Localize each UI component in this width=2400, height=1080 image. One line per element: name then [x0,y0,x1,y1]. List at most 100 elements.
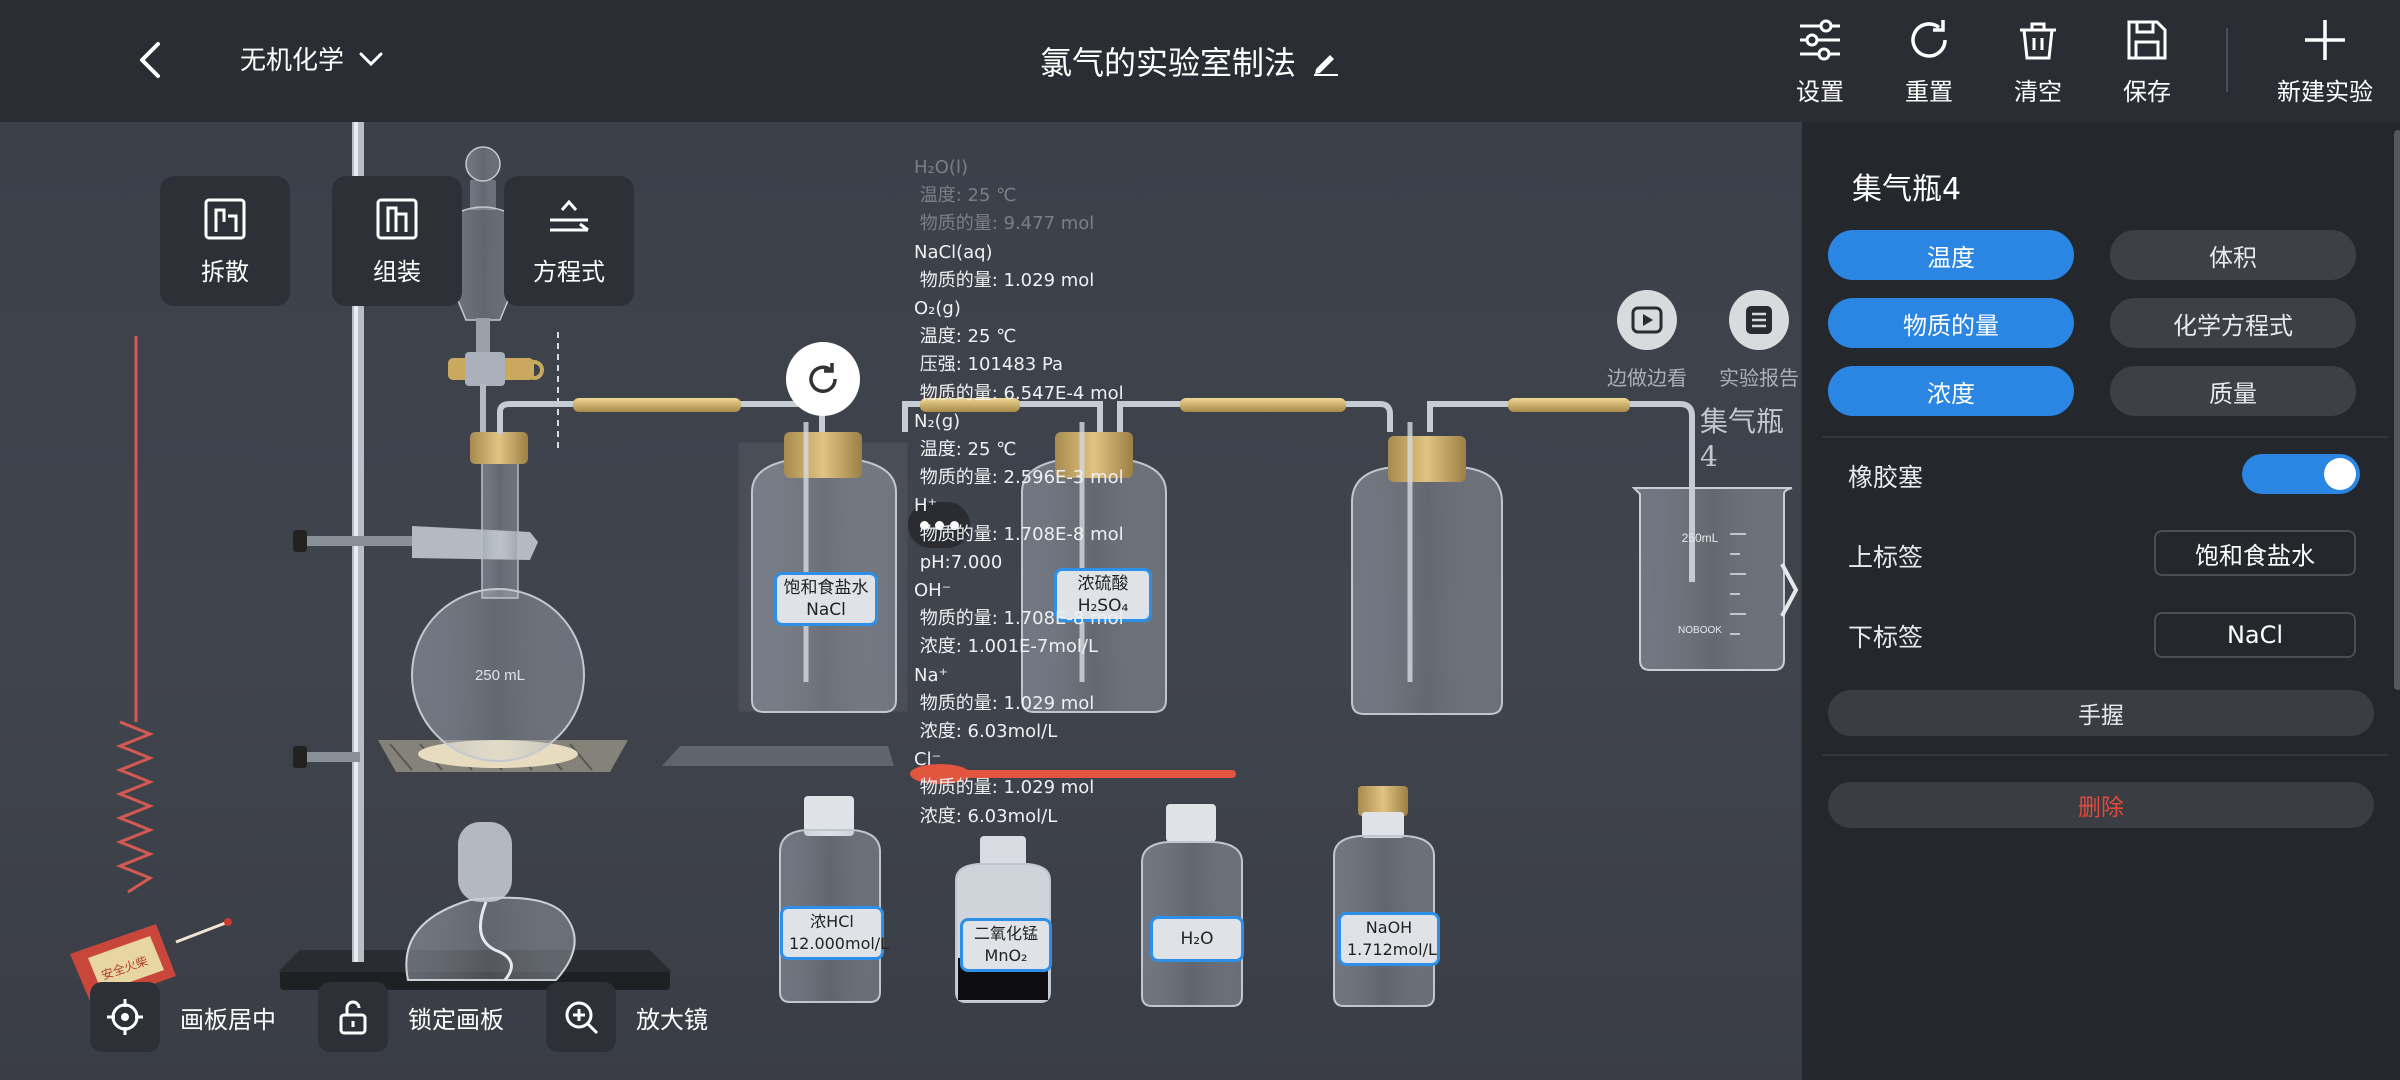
reset-button[interactable]: 重置 [1884,16,1974,116]
info-line: 物质的量: 1.029 mol [914,777,1095,799]
lab-report-label: 实验报告 [1719,366,1799,390]
subject-label: 无机化学 [240,46,345,76]
sliders-icon [1800,19,1840,61]
beaker-brand: NOBOOK [1678,625,1722,636]
assemble-label: 组装 [373,257,421,286]
unlock-icon [339,1000,367,1035]
disassemble-button[interactable]: 拆散 [160,176,290,306]
reagent-mno2-label[interactable]: 二氧化锰 MnO₂ [960,918,1052,972]
chip-volume[interactable]: 体积 [2110,230,2356,280]
center-board-button[interactable]: 画板居中 [90,982,276,1052]
disassemble-label: 拆散 [201,257,249,286]
info-line: H⁺ [914,495,938,517]
reagent-mno2-bottom: MnO₂ [984,946,1028,965]
info-line: 温度: 25 ℃ [914,326,1017,348]
save-button[interactable]: 保存 [2102,16,2192,116]
lab-report-button[interactable]: 实验报告 [1719,290,1799,391]
back-button[interactable] [130,38,174,82]
reagent-water-label[interactable]: H₂O [1150,916,1244,962]
disassemble-icon [204,198,246,239]
save-label: 保存 [2123,78,2171,106]
magnifier-icon-wrap [546,982,616,1052]
page-title: 氯气的实验室制法 [1040,44,1297,82]
center-icon-wrap [90,982,160,1052]
reagent-naoh-label[interactable]: NaOH 1.712mol/L [1338,912,1440,966]
report-icon-wrap [1729,290,1789,350]
watch-video-button[interactable]: 边做边看 [1607,290,1687,391]
delete-button[interactable]: 删除 [1828,782,2374,828]
trash-icon [2020,22,2056,60]
magnifier-label: 放大镜 [636,1005,708,1034]
reagent-bottle-hcl [779,796,881,1003]
info-line: 浓度: 6.03mol/L [914,805,1058,827]
new-experiment-button[interactable]: 新建实验 [2270,16,2380,116]
hose-1 [573,398,741,412]
crosshair-icon [107,999,143,1035]
refresh-icon [1911,20,1947,58]
stopper-toggle[interactable] [2242,454,2360,494]
selected-object-label: 集气瓶4 [1700,405,1785,473]
equation-icon [550,199,589,231]
heating-coil [115,336,155,894]
reagent-naoh-top: NaOH [1365,918,1413,937]
info-line: 物质的量: 1.029 mol [914,269,1095,291]
top-label-field[interactable]: 饱和食盐水 [2154,530,2356,576]
reagent-hcl-label[interactable]: 浓HCl 12.000mol/L [780,906,890,960]
hand-hold-button[interactable]: 手握 [1828,690,2374,736]
gas-bottle-1 [751,422,897,713]
settings-label: 设置 [1796,78,1844,106]
substance-info: H₂O(l) 温度: 25 ℃ 物质的量: 9.477 mol NaCl(aq) … [914,154,1124,831]
magnifier-button[interactable]: 放大镜 [546,982,708,1052]
assemble-button[interactable]: 组装 [332,176,462,306]
reagent-hcl-bottom: 12.000mol/L [789,934,890,953]
lock-board-button[interactable]: 锁定画板 [318,982,504,1052]
info-line: Cl⁻ [914,749,942,771]
info-line: 物质的量: 9.477 mol [914,213,1095,235]
reagent-bottle-naoh [1333,786,1435,1007]
report-list-icon [1746,306,1772,334]
settings-button[interactable]: 设置 [1775,16,1865,116]
info-line: N₂(g) [914,410,961,432]
gas-bottle-3 [1351,422,1503,715]
lock-board-label: 锁定画板 [408,1005,504,1034]
experiment-canvas[interactable]: 250 mL 250mL NOBOOK 安全火柴 饱和食盐水 NaCl 浓硫酸 … [0,122,1800,1080]
info-line: 物质的量: 6.547E-4 mol [914,382,1124,404]
rotate-handle[interactable] [786,342,860,416]
flask-volume: 250 mL [475,667,525,684]
properties-panel: 集气瓶4 温度 体积 物质的量 化学方程式 浓度 质量 橡胶塞 上标签 饱和食盐… [1802,122,2400,1080]
chip-concentration[interactable]: 浓度 [1828,366,2074,416]
rotate-icon [809,363,837,393]
experiment-title[interactable]: 氯气的实验室制法 [1040,38,1342,84]
equation-button[interactable]: 方程式 [504,176,634,306]
bottle-1-label[interactable]: 饱和食盐水 NaCl [774,572,878,626]
info-line: 物质的量: 1.708E-8 mol [914,608,1124,630]
hose-3 [1180,398,1346,412]
clear-label: 清空 [2014,78,2062,106]
chip-temperature[interactable]: 温度 [1828,230,2074,280]
chevron-right-icon[interactable] [1778,560,1800,620]
bottom-label-field[interactable]: NaCl [2154,612,2356,658]
bottom-label-title: 下标签 [1848,623,1924,652]
chevron-left-icon [140,42,160,78]
pencil-icon[interactable] [1310,45,1342,77]
subject-dropdown[interactable]: 无机化学 [240,40,384,77]
chip-amount[interactable]: 物质的量 [1828,298,2074,348]
info-line: 物质的量: 2.596E-3 mol [914,467,1124,489]
beaker: 250mL NOBOOK [1631,487,1793,671]
plus-icon [2305,20,2345,60]
assemble-icon [376,198,418,239]
reagent-naoh-bottom: 1.712mol/L [1347,940,1437,959]
top-label-title: 上标签 [1848,543,1924,572]
panel-scrollbar[interactable] [2394,130,2400,690]
clear-button[interactable]: 清空 [1993,16,2083,116]
chip-equation[interactable]: 化学方程式 [2110,298,2356,348]
chip-mass[interactable]: 质量 [2110,366,2356,416]
top-bar: 无机化学 氯气的实验室制法 设置 重置 清空 保存 新建实验 [0,0,2400,122]
equation-label: 方程式 [533,257,605,286]
watch-video-label: 边做边看 [1607,366,1687,390]
divider [1822,754,2388,756]
beaker-volume: 250mL [1682,531,1719,545]
panel-title: 集气瓶4 [1852,172,1962,207]
info-line: NaCl(aq) [914,241,993,263]
video-icon-wrap [1617,290,1677,350]
